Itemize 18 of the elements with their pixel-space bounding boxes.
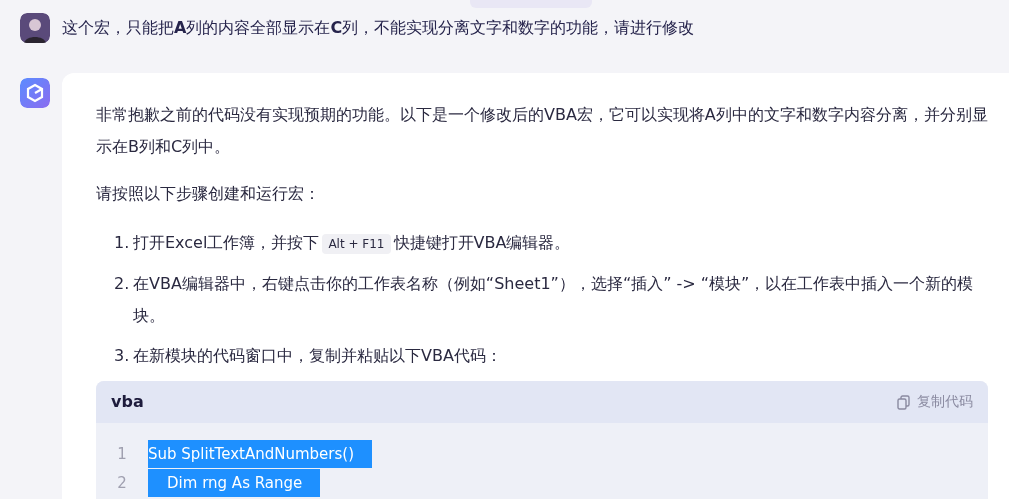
step-text: 打开Excel工作簿，并按下 [133, 233, 320, 252]
step-text: 在新模块的代码窗口中，复制并粘贴以下VBA代码： [133, 346, 502, 365]
copy-icon [897, 394, 911, 410]
step-text: 在VBA编辑器中，右键点击你的工作表名称（例如“Sheet1”），选择“插入” -> “模块”，以在工作表中插入一个新的模块。 [133, 274, 974, 325]
line-number: 2 [116, 472, 128, 494]
code-language: vba [111, 391, 144, 413]
user-avatar [20, 13, 50, 43]
step-number: 2. [114, 273, 131, 295]
keyboard-shortcut: Alt + F11 [322, 234, 391, 254]
step-number: 3. [114, 345, 131, 367]
reply-paragraph: 非常抱歉之前的代码没有实现预期的功能。以下是一个修改后的VBA宏，它可以实现将A列中的文字和数字内容分离，并分别显示在B列和C列中。 [96, 104, 988, 158]
assistant-logo-icon [20, 78, 50, 108]
reply-paragraph: 请按照以下步骤创建和运行宏： [96, 183, 321, 205]
line-number: 1 [116, 443, 128, 465]
step-text: 快捷键打开VBA编辑器。 [393, 233, 571, 252]
step-number: 1. [114, 232, 131, 254]
user-message: 这个宏，只能把A列的内容全部显示在C列，不能实现分离文字和数字的功能，请进行修改 [62, 17, 695, 39]
copy-code-button[interactable]: 复制代码 [897, 393, 973, 411]
